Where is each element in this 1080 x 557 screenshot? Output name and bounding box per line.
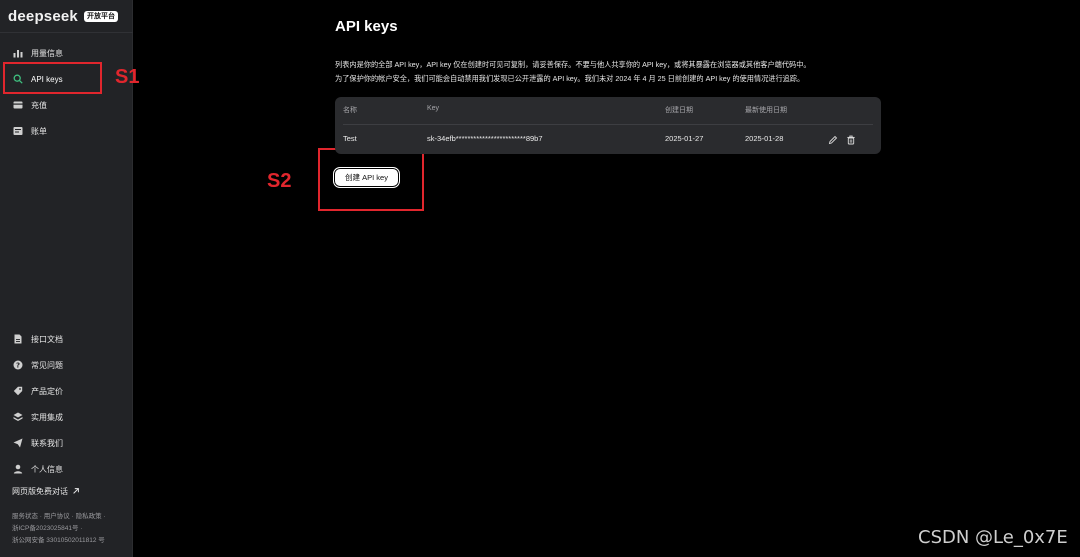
- app-root: deepseek 开放平台 用量信息 API keys 充值 账单 接口文档 ?…: [0, 0, 1080, 557]
- watermark: CSDN @Le_0x7E: [918, 527, 1068, 548]
- divider: [0, 32, 133, 33]
- sidebar-item-label: 产品定价: [31, 386, 63, 396]
- bar-chart-icon: [13, 48, 23, 58]
- cell-last-used: 2025-01-28: [745, 134, 784, 143]
- sidebar-item-bills[interactable]: 账单: [0, 118, 133, 144]
- bill-icon: [13, 126, 23, 136]
- document-icon: [13, 334, 23, 344]
- sidebar-item-label: 充值: [31, 100, 47, 110]
- column-header-last-used: 最新使用日期: [745, 107, 787, 114]
- external-arrow-icon: [72, 487, 80, 497]
- sidebar-item-profile[interactable]: 个人信息: [0, 456, 133, 482]
- cell-name: Test: [343, 134, 357, 143]
- delete-icon[interactable]: [846, 132, 857, 145]
- annotation-label-s2: S2: [267, 170, 292, 192]
- question-icon: ?: [13, 360, 23, 370]
- tag-icon: [13, 386, 23, 396]
- divider: [343, 124, 873, 125]
- column-header-created: 创建日期: [665, 107, 693, 114]
- sidebar-item-label: 账单: [31, 126, 47, 136]
- sidebar-item-docs[interactable]: 接口文档: [0, 326, 133, 352]
- column-header-name: 名称: [343, 107, 357, 114]
- brand-badge: 开放平台: [83, 11, 118, 22]
- footer-link-status[interactable]: 服务状态: [12, 513, 38, 520]
- sidebar-item-label: 个人信息: [31, 464, 63, 474]
- annotation-box-s1: [3, 62, 102, 94]
- api-key-table: 名称 Key 创建日期 最新使用日期 Test sk-34efb********…: [335, 97, 881, 154]
- send-icon: [13, 438, 23, 448]
- footer-link-privacy[interactable]: 隐私政策: [76, 513, 102, 520]
- footer-police[interactable]: 浙公网安备 33010502011812 号: [12, 537, 105, 544]
- page-title: API keys: [335, 18, 398, 35]
- footer-link-terms[interactable]: 用户协议: [44, 513, 70, 520]
- sidebar-item-label: 实用集成: [31, 412, 63, 422]
- sidebar-nav-bottom: 接口文档 ? 常见问题 产品定价 实用集成 联系我们 个人信息: [0, 326, 133, 482]
- description-line: 列表内是你的全部 API key，API key 仅在创建时可见可复制，请妥善保…: [335, 60, 811, 69]
- sidebar-item-pricing[interactable]: 产品定价: [0, 378, 133, 404]
- sidebar-item-recharge[interactable]: 充值: [0, 92, 133, 118]
- sidebar-item-label: 用量信息: [31, 48, 63, 58]
- annotation-label-s1: S1: [115, 66, 140, 88]
- page-description: 列表内是你的全部 API key，API key 仅在创建时可见可复制，请妥善保…: [335, 58, 895, 86]
- svg-text:?: ?: [16, 362, 20, 370]
- edit-icon[interactable]: [828, 132, 839, 145]
- description-line: 为了保护你的帐户安全，我们可能会自动禁用我们发现已公开泄露的 API key。我…: [335, 74, 805, 83]
- brand[interactable]: deepseek 开放平台: [8, 8, 118, 25]
- footer-icp[interactable]: 浙ICP备2023025841号: [12, 525, 79, 532]
- layers-icon: [13, 412, 23, 422]
- web-chat-link[interactable]: 网页版免费对话: [12, 486, 80, 497]
- web-chat-label: 网页版免费对话: [12, 487, 68, 496]
- cell-key: sk-34efb************************89b7: [427, 134, 543, 143]
- cell-created: 2025-01-27: [665, 134, 704, 143]
- sidebar-item-contact[interactable]: 联系我们: [0, 430, 133, 456]
- sidebar-item-faq[interactable]: ? 常见问题: [0, 352, 133, 378]
- wallet-icon: [13, 100, 23, 110]
- sidebar-item-integrations[interactable]: 实用集成: [0, 404, 133, 430]
- sidebar-footer: 服务状态 · 用户协议 · 隐私政策 · 浙ICP备2023025841号 · …: [12, 513, 106, 544]
- user-icon: [13, 464, 23, 474]
- sidebar-item-label: 联系我们: [31, 438, 63, 448]
- sidebar-item-label: 接口文档: [31, 334, 63, 344]
- brand-logo: deepseek: [8, 8, 78, 25]
- column-header-key: Key: [427, 105, 440, 112]
- create-api-key-button[interactable]: 创建 API key: [333, 167, 400, 188]
- sidebar-item-label: 常见问题: [31, 360, 63, 370]
